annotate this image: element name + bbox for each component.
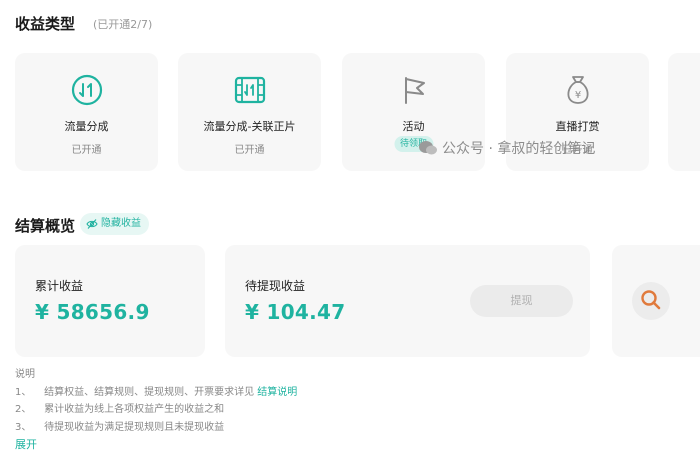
note-item: 2、 累计收益为线上各项权益产生的收益之和 bbox=[15, 401, 297, 419]
card-name: 活动 bbox=[402, 120, 425, 133]
revenue-card-partial[interactable] bbox=[668, 53, 700, 171]
note-num: 3、 bbox=[15, 421, 32, 433]
revenue-card-traffic-split[interactable]: 流量分成 已开通 bbox=[15, 53, 158, 171]
pending-label: 待提现收益 bbox=[245, 279, 306, 293]
note-num: 2、 bbox=[15, 404, 32, 415]
hide-earnings-toggle[interactable]: 隐藏收益 bbox=[80, 213, 149, 235]
pending-amount: ¥ 104.47 bbox=[245, 300, 346, 324]
note-num: 1、 bbox=[15, 386, 32, 398]
card-name: 流量分成 bbox=[64, 120, 109, 133]
settlement-info-link[interactable]: 结算说明 bbox=[257, 387, 297, 398]
search-circle[interactable] bbox=[632, 282, 670, 320]
note-text: 待提现收益为满足提现规则且未提现收益 bbox=[44, 421, 225, 433]
settlement-title: 结算概览 bbox=[15, 217, 76, 235]
note-text: 结算权益、结算规则、提现规则、开票要求详见 bbox=[44, 386, 255, 398]
partial-side-card bbox=[612, 245, 700, 357]
card-status: 已开通 bbox=[234, 145, 265, 156]
card-status: 已开通 bbox=[71, 145, 102, 156]
watermark-text: 公众号 · 拿叔的轻创笔记 bbox=[442, 141, 596, 157]
search-icon bbox=[641, 290, 661, 310]
revenue-card-traffic-split-film[interactable]: 流量分成-关联正片 已开通 bbox=[178, 53, 321, 171]
cumulative-amount: ¥ 58656.9 bbox=[35, 300, 150, 324]
card-name: 直播打赏 bbox=[555, 120, 600, 133]
cumulative-earnings-card: 累计收益 ¥ 58656.9 bbox=[15, 245, 205, 357]
notes-section: 说明 1、 结算权益、结算规则、提现规则、开票要求详见 结算说明 2、 累计收益… bbox=[15, 366, 297, 454]
note-text: 累计收益为线上各项权益产生的收益之和 bbox=[44, 404, 225, 415]
revenue-types-title: 收益类型 bbox=[15, 15, 76, 33]
notes-heading: 说明 bbox=[15, 369, 35, 380]
note-item: 1、 结算权益、结算规则、提现规则、开票要求详见 结算说明 bbox=[15, 384, 297, 402]
traffic-split-icon bbox=[71, 74, 102, 106]
film-link-icon bbox=[234, 76, 265, 104]
note-item: 3、 待提现收益为满足提现规则且未提现收益 bbox=[15, 419, 297, 437]
expand-link[interactable]: 展开 bbox=[15, 436, 297, 454]
withdraw-button[interactable]: 提现 bbox=[470, 285, 573, 317]
pending-earnings-card: 待提现收益 ¥ 104.47 提现 bbox=[225, 245, 590, 357]
wechat-icon bbox=[419, 141, 437, 155]
flag-icon bbox=[404, 77, 425, 104]
eye-off-icon bbox=[86, 219, 98, 229]
cumulative-label: 累计收益 bbox=[35, 279, 84, 293]
watermark: 公众号 · 拿叔的轻创笔记 bbox=[418, 138, 595, 158]
opened-count: (已开通2/7) bbox=[93, 18, 153, 31]
hide-earnings-label: 隐藏收益 bbox=[101, 218, 141, 229]
money-bag-icon: ¥ bbox=[566, 76, 589, 104]
svg-text:¥: ¥ bbox=[574, 90, 580, 101]
card-name: 流量分成-关联正片 bbox=[203, 120, 296, 133]
